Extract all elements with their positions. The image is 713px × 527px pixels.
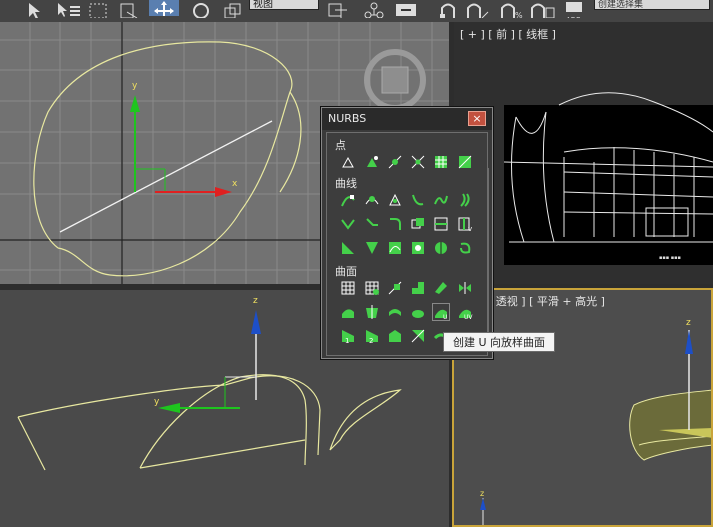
svg-text:▪▪▪ ▪▪▪: ▪▪▪ ▪▪▪ [659, 255, 681, 261]
manipulate-icon[interactable] [362, 2, 386, 18]
create-ruled-surface-icon[interactable] [387, 304, 403, 320]
left-z-axis-label: z [253, 296, 258, 306]
create-cv-curve-icon[interactable] [340, 192, 356, 208]
svg-text:%: % [515, 11, 523, 18]
create-fillet-curve-icon[interactable] [387, 216, 403, 232]
selection-set-field[interactable]: 创建选择集 [594, 0, 710, 10]
percent-snap-icon[interactable]: % [498, 2, 524, 18]
create-u-iso-curve-icon[interactable] [433, 216, 449, 232]
create-fit-curve-icon[interactable] [387, 192, 403, 208]
create-multicurve-trimmed-surface-icon[interactable] [410, 328, 426, 344]
create-cv-curve-on-surface-icon[interactable] [387, 240, 403, 256]
select-icon[interactable] [26, 2, 46, 18]
create-2-rail-sweep-icon[interactable]: 2 [364, 328, 380, 344]
create-uv-loft-surface-icon[interactable]: UV [457, 304, 473, 320]
window-crossing-icon[interactable] [118, 2, 140, 18]
create-point-icon[interactable] [340, 154, 356, 170]
top-y-axis-label: y [132, 81, 138, 91]
create-mirror-curve-icon[interactable] [340, 216, 356, 232]
pivot-icon[interactable] [326, 2, 350, 18]
left-y-axis-label: y [154, 397, 160, 407]
nurbs-close-button[interactable]: × [468, 111, 486, 126]
create-transform-curve-icon[interactable] [410, 192, 426, 208]
angle-snap-icon[interactable] [464, 2, 490, 18]
create-extrude-surface-icon[interactable] [340, 304, 356, 320]
svg-text:U: U [443, 314, 447, 320]
create-blend-curve-icon[interactable] [433, 192, 449, 208]
svg-text:UV: UV [464, 314, 473, 320]
viewcube-icon[interactable] [362, 47, 428, 113]
rotate-icon[interactable] [190, 2, 212, 18]
create-offset-point-icon[interactable] [364, 154, 380, 170]
create-multisided-blend-surface-icon[interactable] [387, 328, 403, 344]
nurbs-title: NURBS [328, 112, 367, 125]
create-normal-projected-curve-icon[interactable] [340, 240, 356, 256]
region-select-icon[interactable] [88, 2, 110, 18]
scale-icon[interactable] [222, 2, 244, 18]
create-blend-surface-icon[interactable] [410, 280, 426, 296]
nurbs-title-bar[interactable]: NURBS × [322, 108, 492, 130]
surfaces-category-label: 曲面 [335, 265, 357, 278]
svg-text:1: 1 [345, 337, 349, 344]
create-offset-surface-icon[interactable] [433, 280, 449, 296]
points-category-label: 点 [335, 139, 346, 152]
create-surface-surface-intersection-curve-icon[interactable] [410, 216, 426, 232]
tooltip: 创建 U 向放样曲面 [443, 332, 555, 352]
create-u-loft-surface-icon[interactable]: U [432, 303, 450, 321]
create-vector-projected-curve-icon[interactable] [364, 240, 380, 256]
create-transform-surface-icon[interactable] [387, 280, 403, 296]
create-surface-offset-curve-icon[interactable] [433, 240, 449, 256]
create-cv-surface-icon[interactable] [340, 280, 356, 296]
select-by-name-icon[interactable] [56, 2, 84, 18]
nurbs-panel[interactable]: NURBS × 点 曲线 曲面 v U UV 1 2 [321, 107, 493, 359]
view-reference-dropdown[interactable]: 视图 [249, 0, 319, 10]
nurbs-tool-area: 点 曲线 曲面 v U UV 1 2 [326, 132, 488, 356]
create-surface-edge-curve-icon[interactable] [457, 240, 473, 256]
create-curve-curve-point-icon[interactable] [410, 154, 426, 170]
svg-text:ABC: ABC [566, 16, 580, 18]
keyboard-shortcut-icon[interactable] [395, 2, 417, 18]
snap-icon[interactable] [438, 2, 460, 18]
create-cap-surface-icon[interactable] [410, 304, 426, 320]
move-icon[interactable] [149, 0, 179, 16]
top-x-axis-label: x [232, 179, 238, 189]
create-lathe-surface-icon[interactable] [364, 304, 380, 320]
create-1-rail-sweep-icon[interactable]: 1 [340, 328, 356, 344]
create-surface-curve-point-icon[interactable] [457, 154, 473, 170]
create-point-surface-icon[interactable] [364, 280, 380, 296]
create-point-curve-icon[interactable] [364, 192, 380, 208]
persp-z-axis-label: z [686, 318, 691, 328]
curves-category-label: 曲线 [335, 177, 357, 190]
main-toolbar: 视图 % ABC 创建选择集 [0, 0, 713, 23]
create-v-iso-curve-icon[interactable]: v [457, 216, 473, 232]
create-chamfer-curve-icon[interactable] [364, 216, 380, 232]
spinner-snap-icon[interactable] [528, 2, 556, 18]
create-curve-point-icon[interactable] [387, 154, 403, 170]
svg-text:v: v [468, 225, 472, 232]
edit-named-selection-icon[interactable]: ABC [563, 2, 587, 18]
create-surface-point-icon[interactable] [433, 154, 449, 170]
create-mirror-surface-icon[interactable] [457, 280, 473, 296]
create-offset-curve-icon[interactable] [457, 192, 473, 208]
persp-gizmo-z-label: z [480, 489, 484, 498]
svg-text:2: 2 [369, 337, 373, 344]
create-point-curve-on-surface-icon[interactable] [410, 240, 426, 256]
